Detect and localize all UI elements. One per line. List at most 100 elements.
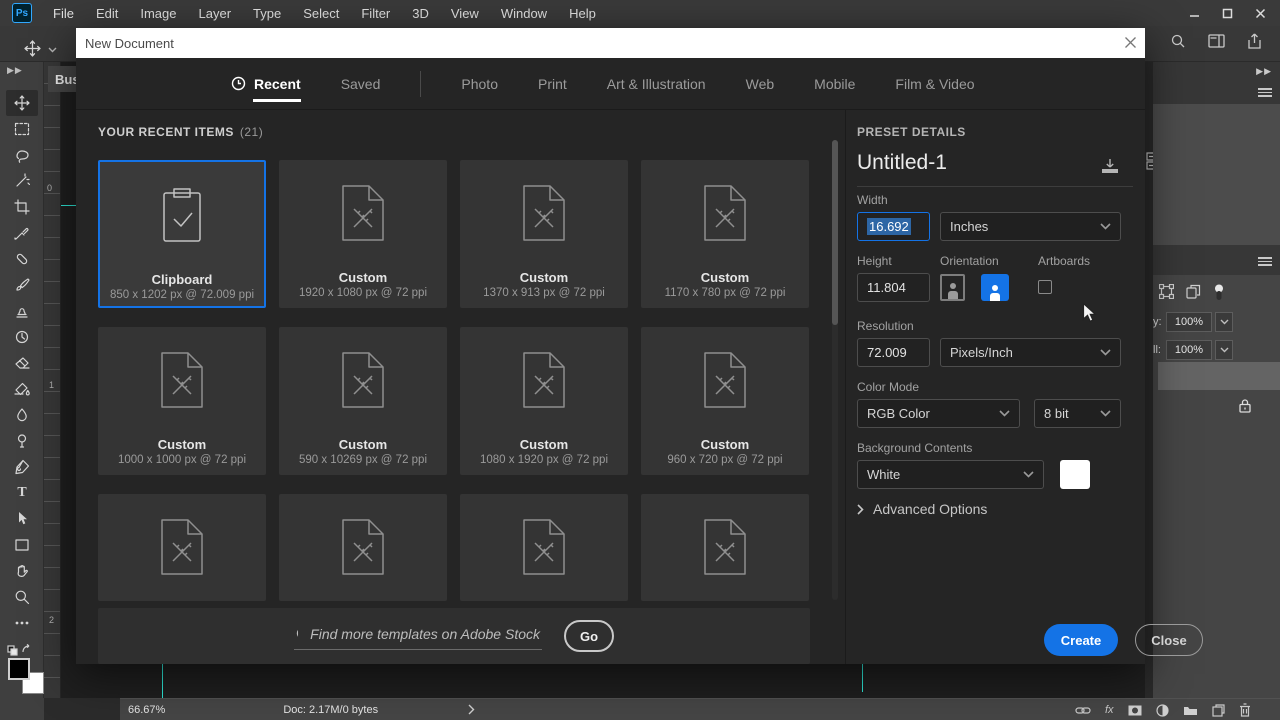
toolbar-collapse-icon[interactable]: ▶▶	[7, 65, 23, 76]
status-expand-icon[interactable]	[468, 704, 475, 715]
recent-item-custom-5[interactable]: Custom 590 x 10269 px @ 72 ppi	[279, 327, 447, 475]
advanced-options-toggle[interactable]: Advanced Options	[857, 501, 987, 517]
recent-item-custom-6[interactable]: Custom 1080 x 1920 px @ 72 ppi	[460, 327, 628, 475]
grid-scrollbar[interactable]	[832, 140, 838, 600]
go-button[interactable]: Go	[564, 620, 614, 652]
zoom-level[interactable]: 66.67%	[128, 704, 165, 716]
swap-colors-icon[interactable]	[7, 642, 33, 656]
chevron-down-icon[interactable]	[1215, 312, 1233, 332]
new-layer-icon[interactable]	[1211, 703, 1225, 717]
menu-filter[interactable]: Filter	[350, 0, 401, 26]
zoom-tool[interactable]	[6, 584, 38, 610]
tab-art-illustration[interactable]: Art & Illustration	[607, 58, 706, 110]
recent-item-partial-3[interactable]	[460, 494, 628, 601]
panel-collapse-icon[interactable]: ▶▶	[1256, 66, 1272, 77]
eraser-tool[interactable]	[6, 350, 38, 376]
tab-recent[interactable]: Recent	[231, 58, 301, 110]
menu-layer[interactable]: Layer	[188, 0, 243, 26]
chevron-down-icon[interactable]	[1215, 340, 1233, 360]
close-window-icon[interactable]	[1255, 8, 1266, 19]
brush-tool[interactable]	[6, 272, 38, 298]
foreground-color-swatch[interactable]	[8, 658, 30, 680]
menu-select[interactable]: Select	[292, 0, 350, 26]
color-mode-dropdown[interactable]: RGB Color	[857, 399, 1020, 428]
recent-item-partial-2[interactable]	[279, 494, 447, 601]
tab-photo[interactable]: Photo	[461, 58, 498, 110]
hand-tool[interactable]	[6, 558, 38, 584]
menu-edit[interactable]: Edit	[85, 0, 129, 26]
orientation-landscape-button[interactable]	[981, 274, 1009, 301]
tab-web[interactable]: Web	[746, 58, 775, 110]
delete-layer-icon[interactable]	[1239, 703, 1251, 717]
bit-depth-dropdown[interactable]: 8 bit	[1034, 399, 1121, 428]
blur-tool[interactable]	[6, 402, 38, 428]
new-group-icon[interactable]	[1183, 705, 1198, 716]
recent-item-partial-4[interactable]	[641, 494, 809, 601]
orientation-portrait-button[interactable]	[940, 274, 965, 301]
panel-menu-icon[interactable]	[1258, 255, 1272, 268]
tab-print[interactable]: Print	[538, 58, 567, 110]
move-tool[interactable]	[6, 90, 38, 116]
height-input[interactable]: 11.804	[857, 273, 930, 302]
eyedropper-tool[interactable]	[6, 220, 38, 246]
artboards-checkbox[interactable]	[1038, 280, 1052, 294]
pen-tool[interactable]	[6, 454, 38, 480]
save-preset-icon[interactable]	[1100, 158, 1120, 175]
link-layers-icon[interactable]	[1075, 706, 1091, 715]
menu-view[interactable]: View	[440, 0, 490, 26]
dodge-tool[interactable]	[6, 428, 38, 454]
layer-mask-icon[interactable]	[1128, 705, 1142, 716]
doc-size-info[interactable]: Doc: 2.17M/0 bytes	[283, 704, 378, 716]
menu-window[interactable]: Window	[490, 0, 558, 26]
menu-help[interactable]: Help	[558, 0, 607, 26]
recent-item-custom-7[interactable]: Custom 960 x 720 px @ 72 ppi	[641, 327, 809, 475]
edit-toolbar-icon[interactable]	[6, 610, 38, 636]
stock-search-input[interactable]: Find more templates on Adobe Stock	[294, 622, 542, 650]
lasso-tool[interactable]	[6, 142, 38, 168]
rectangular-marquee-tool[interactable]	[6, 116, 38, 142]
recent-item-partial-1[interactable]	[98, 494, 266, 601]
tab-mobile[interactable]: Mobile	[814, 58, 855, 110]
resolution-input[interactable]: 72.009	[857, 338, 930, 367]
crop-tool[interactable]	[6, 194, 38, 220]
menu-3d[interactable]: 3D	[401, 0, 440, 26]
recent-item-custom-2[interactable]: Custom 1370 x 913 px @ 72 ppi	[460, 160, 628, 308]
chevron-down-icon[interactable]	[48, 47, 57, 53]
share-icon[interactable]	[1247, 33, 1262, 49]
close-button[interactable]: Close	[1135, 624, 1203, 656]
history-brush-tool[interactable]	[6, 324, 38, 350]
background-color-swatch[interactable]	[1060, 460, 1090, 489]
path-selection-tool[interactable]	[6, 506, 38, 532]
menu-type[interactable]: Type	[242, 0, 292, 26]
recent-item-custom-1[interactable]: Custom 1920 x 1080 px @ 72 ppi	[279, 160, 447, 308]
unit-dropdown[interactable]: Inches	[940, 212, 1121, 241]
menu-image[interactable]: Image	[129, 0, 187, 26]
rectangle-tool[interactable]	[6, 532, 38, 558]
type-tool[interactable]: T	[6, 480, 38, 506]
panel-menu-icon[interactable]	[1258, 86, 1272, 99]
tab-saved[interactable]: Saved	[341, 58, 381, 110]
document-name-field[interactable]: Untitled-1	[857, 151, 947, 175]
resolution-unit-dropdown[interactable]: Pixels/Inch	[940, 338, 1121, 367]
width-input[interactable]: 16.692	[857, 212, 930, 241]
workspace-icon[interactable]	[1208, 34, 1225, 48]
adjustment-layer-icon[interactable]	[1155, 703, 1169, 717]
lock-icon[interactable]	[1238, 398, 1252, 413]
create-button[interactable]: Create	[1044, 624, 1118, 656]
maximize-icon[interactable]	[1222, 8, 1233, 19]
scrollbar-thumb[interactable]	[832, 140, 838, 325]
background-contents-dropdown[interactable]: White	[857, 460, 1044, 489]
recent-item-custom-3[interactable]: Custom 1170 x 780 px @ 72 ppi	[641, 160, 809, 308]
document-tab[interactable]: Busi	[48, 66, 76, 92]
recent-item-custom-4[interactable]: Custom 1000 x 1000 px @ 72 ppi	[98, 327, 266, 475]
recent-item-clipboard[interactable]: Clipboard 850 x 1202 px @ 72.009 ppi	[98, 160, 266, 308]
spot-healing-brush-tool[interactable]	[6, 246, 38, 272]
pin-toggle-icon[interactable]	[1213, 284, 1225, 302]
magic-wand-tool[interactable]	[6, 168, 38, 194]
minimize-icon[interactable]	[1189, 8, 1200, 19]
layer-effects-icon[interactable]: fx	[1105, 704, 1114, 716]
gradient-tool[interactable]	[6, 376, 38, 402]
menu-file[interactable]: File	[42, 0, 85, 26]
preset-details-panel: PRESET DETAILS Untitled-1 Width 16.692 I…	[857, 28, 1208, 664]
clone-stamp-tool[interactable]	[6, 298, 38, 324]
